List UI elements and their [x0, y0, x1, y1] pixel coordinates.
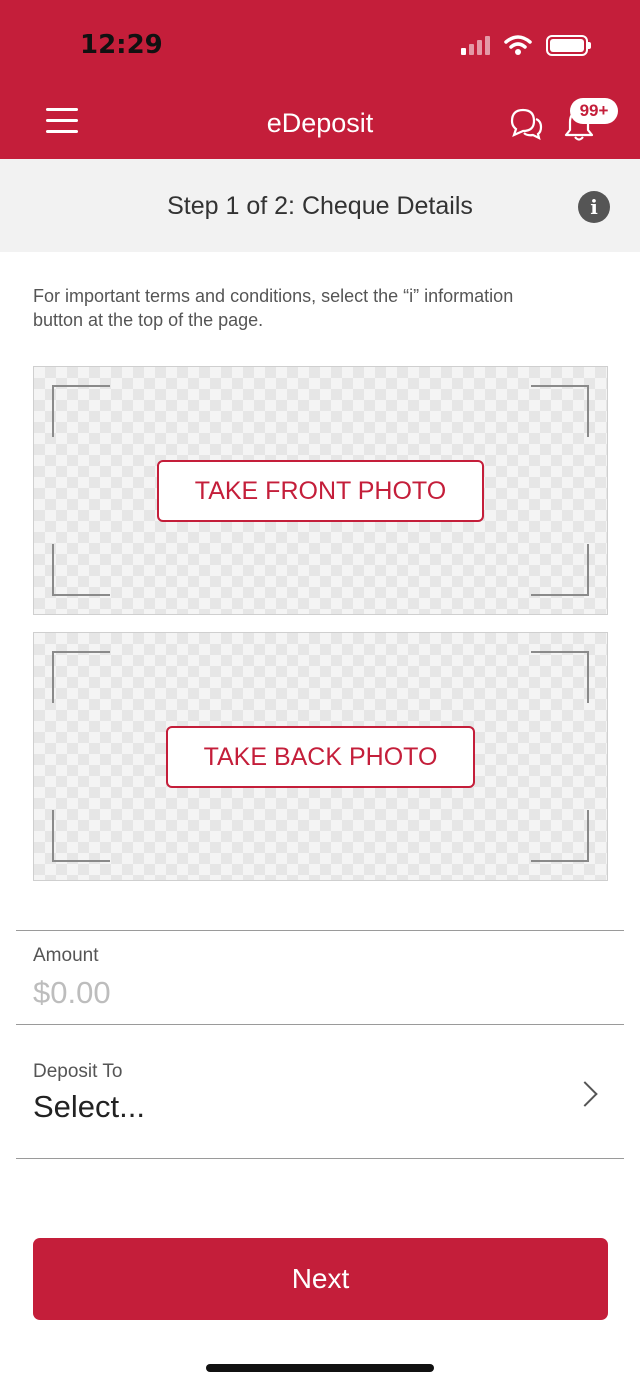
terms-text: For important terms and conditions, sele… [33, 286, 514, 330]
frame-corner [531, 544, 589, 596]
amount-field[interactable]: Amount $0.00 [16, 930, 624, 1025]
status-time: 12:29 [80, 30, 163, 60]
info-icon[interactable]: i [578, 191, 610, 223]
status-icons [461, 34, 591, 56]
wifi-icon [504, 35, 532, 55]
frame-corner [531, 651, 589, 703]
front-photo-area[interactable]: TAKE FRONT PHOTO [33, 366, 608, 615]
frame-corner [52, 651, 110, 703]
app-header: 12:29 eDeposit 99+ [0, 0, 640, 159]
notification-badge: 99+ [570, 98, 618, 124]
divider [16, 1158, 624, 1159]
deposit-to-field[interactable]: Deposit To Select... [16, 1024, 624, 1158]
frame-corner [52, 544, 110, 596]
deposit-to-label: Deposit To [33, 1061, 123, 1082]
frame-corner [531, 810, 589, 862]
deposit-to-select[interactable]: Select... [33, 1089, 145, 1125]
next-button[interactable]: Next [33, 1238, 608, 1320]
chat-icon[interactable] [508, 106, 544, 140]
frame-corner [52, 810, 110, 862]
amount-input[interactable]: $0.00 [33, 975, 111, 1011]
page-title: eDeposit [266, 108, 374, 138]
step-bar: Step 1 of 2: Cheque Details i [0, 159, 640, 252]
home-indicator[interactable] [206, 1364, 434, 1372]
take-back-photo-button[interactable]: TAKE BACK PHOTO [166, 726, 475, 788]
step-title: Step 1 of 2: Cheque Details [167, 192, 473, 220]
frame-corner [531, 385, 589, 437]
frame-corner [52, 385, 110, 437]
back-photo-area[interactable]: TAKE BACK PHOTO [33, 632, 608, 881]
amount-label: Amount [33, 945, 99, 966]
take-front-photo-button[interactable]: TAKE FRONT PHOTO [157, 460, 484, 522]
battery-icon [546, 34, 591, 56]
chevron-right-icon[interactable] [572, 1081, 598, 1107]
signal-icon [461, 35, 490, 55]
